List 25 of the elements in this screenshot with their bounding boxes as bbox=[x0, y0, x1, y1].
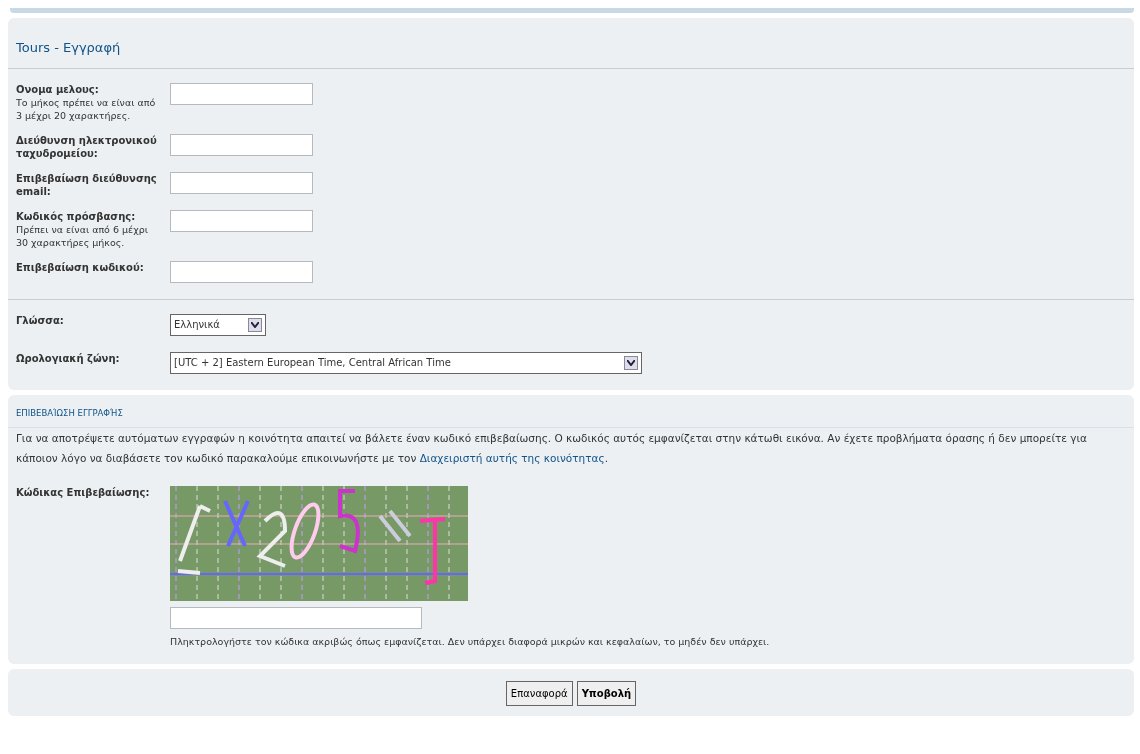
field-label: Ονομα μελους: bbox=[16, 82, 100, 96]
input-field[interactable] bbox=[170, 82, 313, 105]
field-hint: Πληκτρολογήστε τον κώδικα ακριβώς όπως εμφανίζεται. Δεν υπάρχει διαφορά μικρών και κεφαλαίων, το μηδέν δεν υπάρχει. bbox=[170, 635, 770, 649]
select-field[interactable]: [UTC + 2] Eastern European Time, Central African Time bbox=[170, 351, 642, 374]
admin-link[interactable]: Διαχειριστή αυτής της κοινότητας bbox=[419, 452, 605, 465]
input-field[interactable] bbox=[170, 133, 313, 156]
instructions-text: Για να αποτρέψετε αυτόματων εγγραφών η κοινότητα απαιτεί να βάλετε έναν κωδικό επιβεβαίωσης. Ο κωδικός αυτός εμφανίζεται στην κάτωθι εικόνα. Αν έχετε προβλήματα όρασης ή δεν μπορείτε για κάποιον λόγο να διαβάσετε τον κωδικό παρακαλούμε επικοινωνήστε με τον Διαχειριστή αυτής της κοινότητας. bbox=[8, 427, 1134, 469]
submit-button[interactable]: Υποβολή bbox=[576, 681, 637, 707]
input-field[interactable] bbox=[170, 171, 313, 194]
page-title: Tours - Εγγραφή bbox=[8, 18, 1134, 69]
input-field[interactable] bbox=[170, 607, 422, 630]
field-label: Διεύθυνση ηλεκτρονικού ταχυδρομείου: bbox=[16, 133, 158, 160]
field-label: Κώδικας Επιβεβαίωσης: bbox=[16, 486, 151, 500]
field-hint: Το μήκος πρέπει να είναι από 3 μέχρι 20 χαρακτήρες. bbox=[16, 95, 157, 122]
reset-button[interactable]: Επαναφορά bbox=[505, 681, 573, 707]
field-label: Κωδικός πρόσβασης: bbox=[16, 209, 137, 223]
section-heading: ΕΠΙΒΕΒΑΊΩΣΗ ΕΓΓΡΑΦΉΣ bbox=[15, 406, 124, 420]
select-field[interactable]: Ελληνικά bbox=[170, 313, 266, 336]
input-field[interactable] bbox=[170, 209, 313, 232]
field-label: Επιβεβαίωση διεύθυνσης email: bbox=[16, 171, 158, 198]
field-label: Γλώσσα: bbox=[16, 313, 65, 327]
field-label: Επιβεβαίωση κωδικού: bbox=[16, 260, 145, 274]
field-label: Ωρολογιακή ζώνη: bbox=[16, 351, 121, 365]
input-field[interactable] bbox=[170, 260, 313, 283]
field-hint: Πρέπει να είναι από 6 μέχρι 30 χαρακτήρες μήκος. bbox=[16, 222, 149, 249]
